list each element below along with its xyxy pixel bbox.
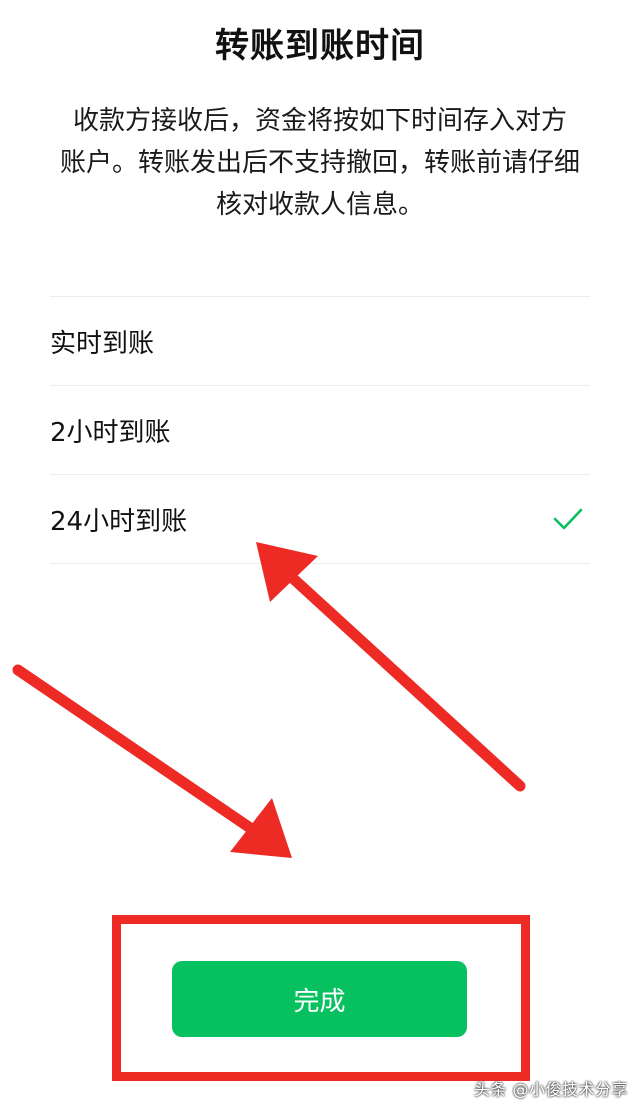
check-icon <box>553 508 583 530</box>
watermark-text: 头条 @小俊技术分享 <box>473 1080 628 1099</box>
option-label: 2小时到账 <box>50 417 171 448</box>
option-2-hours[interactable]: 2小时到账 <box>50 386 590 475</box>
option-realtime[interactable]: 实时到账 <box>50 297 590 386</box>
done-button[interactable]: 完成 <box>172 961 467 1037</box>
transfer-time-description: 收款方接收后，资金将按如下时间存入对方 账户。转账发出后不支持撤回，转账前请仔细… <box>60 100 580 226</box>
arrival-time-options: 实时到账 2小时到账 24小时到账 <box>50 296 590 564</box>
description-line-3: 核对收款人信息。 <box>215 190 424 220</box>
page-title: 转账到账时间 <box>215 26 425 66</box>
option-label: 实时到账 <box>50 328 155 359</box>
description-line-1: 收款方接收后，资金将按如下时间存入对方 <box>72 106 567 136</box>
description-line-2: 账户。转账发出后不支持撤回，转账前请仔细 <box>60 148 581 178</box>
option-label: 24小时到账 <box>50 506 188 537</box>
option-24-hours[interactable]: 24小时到账 <box>50 475 590 564</box>
annotation-arrow-up <box>256 542 526 792</box>
annotation-arrow-down <box>12 664 292 858</box>
